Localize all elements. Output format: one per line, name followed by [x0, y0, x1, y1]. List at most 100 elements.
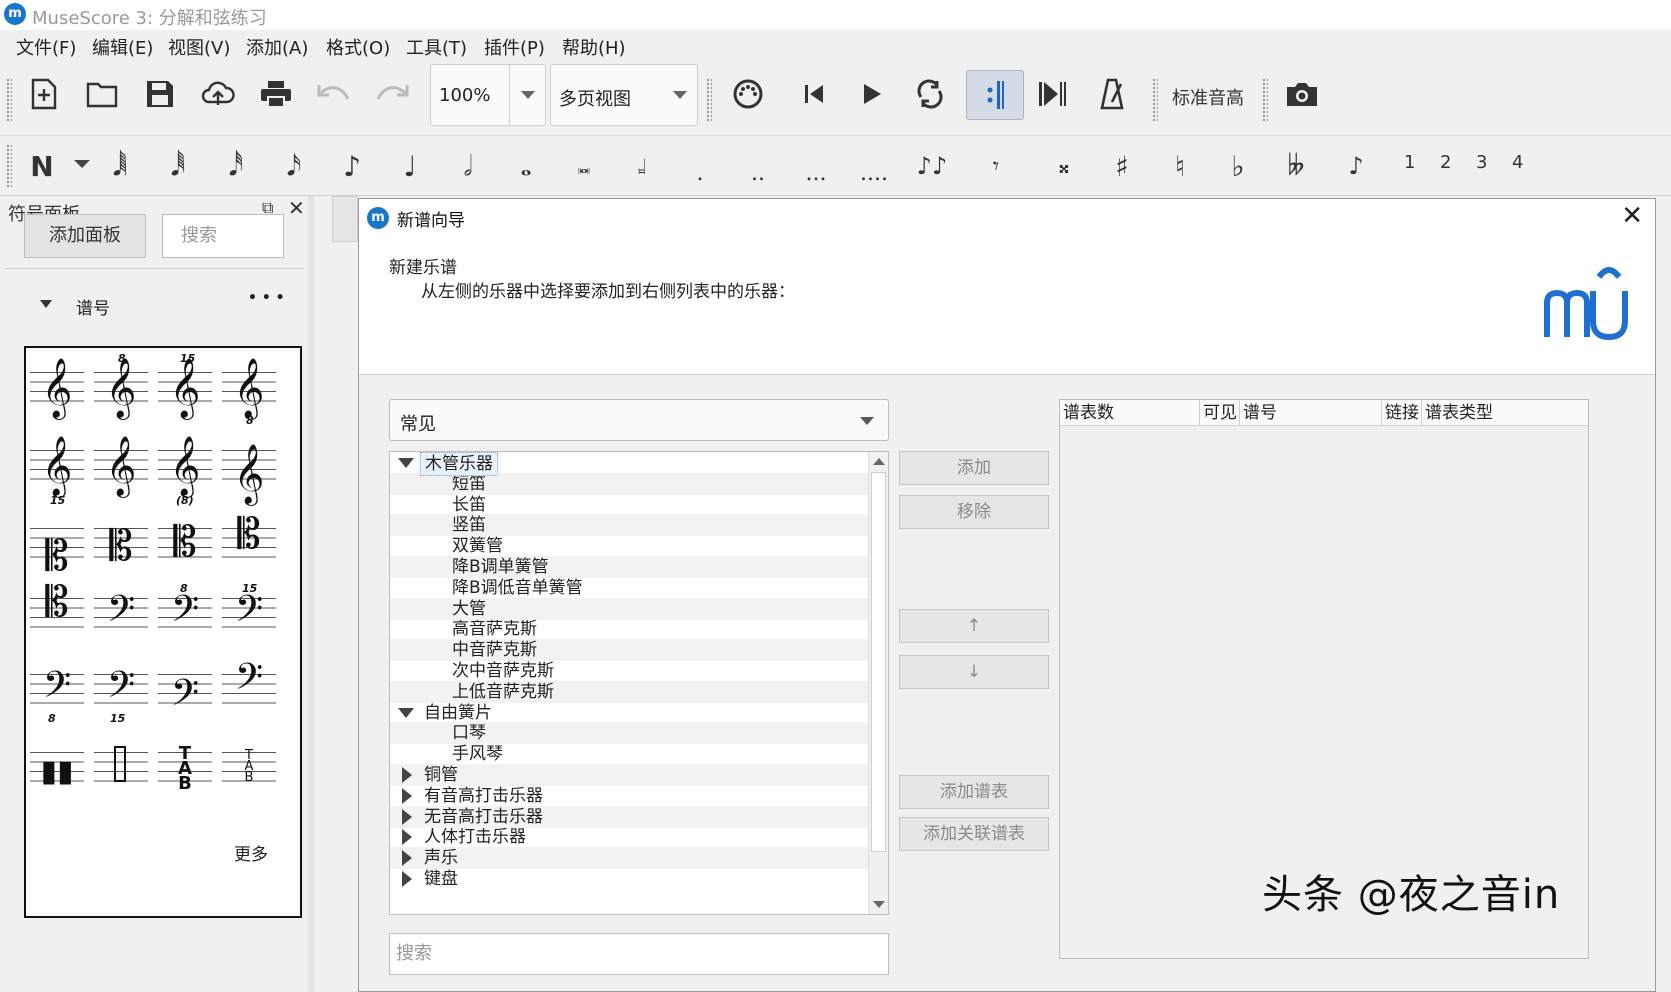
augmentation-dot-icon[interactable]: . [680, 144, 720, 188]
mezzo-soprano-clef-cell[interactable]: 𝄡 [90, 508, 152, 584]
rewind-icon[interactable] [792, 72, 836, 116]
view-mode-combo[interactable]: 多页视图 [550, 64, 698, 126]
bass-8va-clef-cell[interactable]: 𝄢 8 [154, 578, 216, 654]
play-icon[interactable] [850, 72, 894, 116]
rest-icon[interactable]: 𝄾 [976, 144, 1016, 188]
subbass-clef-cell[interactable]: 𝄢 [218, 654, 280, 730]
quarter-note-icon[interactable]: ♩ [390, 144, 430, 188]
treble-15mb-clef-cell[interactable]: 𝄞 15 [26, 430, 88, 507]
expanded-arrow-icon[interactable] [398, 707, 414, 718]
alto-clef-cell[interactable]: 𝄡 [154, 508, 216, 584]
menu-plugins[interactable]: 插件(P) [484, 34, 545, 60]
toolbar-grip[interactable] [6, 78, 12, 122]
expand-icon[interactable] [40, 300, 52, 308]
metronome-icon[interactable] [1090, 72, 1134, 116]
score-tab[interactable] [332, 196, 358, 242]
redo-icon[interactable] [370, 72, 414, 116]
menu-file[interactable]: 文件(F) [16, 34, 76, 60]
menu-tools[interactable]: 工具(T) [406, 34, 467, 60]
tree-instrument[interactable]: 降B调单簧管 [390, 556, 868, 578]
collapsed-arrow-icon[interactable] [402, 808, 412, 825]
toolbar-grip[interactable] [6, 144, 12, 188]
tree-instrument[interactable]: 上低音萨克斯 [390, 680, 868, 703]
tree-instrument[interactable]: 高音萨克斯 [390, 618, 868, 640]
new-file-icon[interactable] [22, 72, 66, 116]
camera-icon[interactable] [1280, 72, 1324, 116]
collapsed-arrow-icon[interactable] [402, 871, 412, 887]
tree-instrument[interactable]: 大管 [390, 597, 868, 620]
tree-instrument[interactable]: 双簧管 [390, 535, 868, 557]
sharp-icon[interactable]: ♯ [1102, 144, 1142, 188]
collapsed-arrow-icon[interactable] [402, 767, 412, 783]
add-staff-button[interactable]: 添加谱表 [899, 775, 1049, 809]
chevron-down-icon[interactable] [74, 160, 90, 168]
longa-icon[interactable]: 𝆷 [622, 144, 662, 188]
bass-8vb-clef-cell[interactable]: 𝄢 8 [26, 654, 88, 730]
double-treble-clef-cell[interactable]: 𝄞 [90, 430, 152, 506]
tab-clef-cell[interactable]: TAB [154, 732, 216, 808]
collapsed-arrow-icon[interactable] [402, 787, 412, 804]
close-icon[interactable]: ✕ [288, 196, 305, 220]
column-header-clef[interactable]: 谱号 [1240, 400, 1382, 426]
eighth-note-icon[interactable]: ♪ [332, 144, 372, 188]
toolbar-grip[interactable] [1152, 78, 1158, 122]
close-icon[interactable]: ✕ [1621, 201, 1643, 231]
instrument-family-select[interactable]: 常见 [389, 399, 889, 441]
voice-2-button[interactable]: 2 [1440, 152, 1451, 173]
percussion-clef-cell[interactable]: ▮▮ [26, 732, 88, 808]
collapsed-arrow-icon[interactable] [402, 850, 412, 867]
tree-instrument[interactable]: 竖笛 [390, 514, 868, 537]
tree-instrument[interactable]: 手风琴 [390, 743, 868, 765]
double-sharp-icon[interactable]: 𝄪 [1044, 144, 1084, 188]
baritone-c-clef-cell[interactable]: 𝄡 [26, 577, 88, 654]
percussion-2-clef-cell[interactable] [90, 732, 152, 808]
tree-category[interactable]: 人体打击乐器 [390, 826, 868, 848]
zoom-combo[interactable]: 100% [430, 64, 546, 126]
remove-instrument-button[interactable]: 移除 [899, 495, 1049, 529]
add-linked-staff-button[interactable]: 添加关联谱表 [899, 817, 1049, 851]
french-violin-clef-cell[interactable]: 𝄞 [218, 430, 280, 506]
expanded-arrow-icon[interactable] [398, 458, 414, 468]
print-icon[interactable] [254, 72, 298, 116]
add-palette-button[interactable]: 添加面板 [24, 214, 146, 258]
midi-input-icon[interactable] [726, 72, 770, 116]
add-instrument-button[interactable]: 添加 [899, 451, 1049, 485]
pan-score-icon[interactable] [1030, 72, 1074, 116]
toolbar-grip[interactable] [706, 78, 712, 122]
tree-category[interactable]: 声乐 [390, 847, 868, 870]
bass-15ma-clef-cell[interactable]: 𝄢 15 [218, 578, 280, 654]
toolbar-grip[interactable] [1262, 78, 1268, 122]
tree-instrument[interactable]: 中音萨克斯 [390, 639, 868, 662]
breve-icon[interactable]: 𝅜 [564, 144, 604, 188]
tie-icon[interactable]: ♪♪ [912, 144, 952, 188]
scrollbar-thumb[interactable] [871, 472, 886, 852]
treble-8vb-paren-clef-cell[interactable]: 𝄞 (8) [154, 430, 216, 507]
menu-add[interactable]: 添加(A) [246, 34, 308, 60]
16th-note-icon[interactable]: 𝅘𝅥𝅰 [216, 144, 256, 188]
palette-search-input[interactable]: 搜索 [162, 214, 284, 258]
save-icon[interactable] [138, 72, 182, 116]
flat-icon[interactable]: ♭ [1218, 144, 1258, 188]
tree-category[interactable]: 木管乐器 [390, 452, 868, 476]
double-flat-icon[interactable]: 𝄫 [1276, 144, 1316, 188]
collapsed-arrow-icon[interactable] [402, 829, 412, 846]
treble-clef-cell[interactable]: 𝄞 [26, 352, 88, 428]
concert-pitch-button[interactable]: 标准音高 [1172, 84, 1244, 110]
scroll-down-icon[interactable] [873, 901, 885, 908]
column-header-linked[interactable]: 链接 [1382, 400, 1422, 426]
tenor-clef-cell[interactable]: 𝄡 [218, 508, 280, 584]
column-header-staff-type[interactable]: 谱表类型 [1422, 400, 1588, 426]
tree-instrument[interactable]: 口琴 [390, 722, 868, 745]
32nd-note-icon[interactable]: 𝅘𝅥𝅱 [158, 144, 198, 188]
treble-15ma-clef-cell[interactable]: 𝄞 15 [154, 352, 216, 428]
move-down-button[interactable]: ↓ [899, 655, 1049, 689]
tree-instrument[interactable]: 次中音萨克斯 [390, 660, 868, 682]
tree-category[interactable]: 键盘 [390, 868, 868, 890]
treble-8va-clef-cell[interactable]: 𝄞 8 [90, 352, 152, 428]
tree-instrument[interactable]: 降B调低音单簧管 [390, 577, 868, 599]
tree-scrollbar[interactable] [868, 452, 888, 914]
loop-icon[interactable] [908, 72, 952, 116]
voice-4-button[interactable]: 4 [1512, 152, 1523, 173]
tab-small-clef-cell[interactable]: TAB [218, 732, 280, 808]
scroll-up-icon[interactable] [873, 458, 885, 465]
